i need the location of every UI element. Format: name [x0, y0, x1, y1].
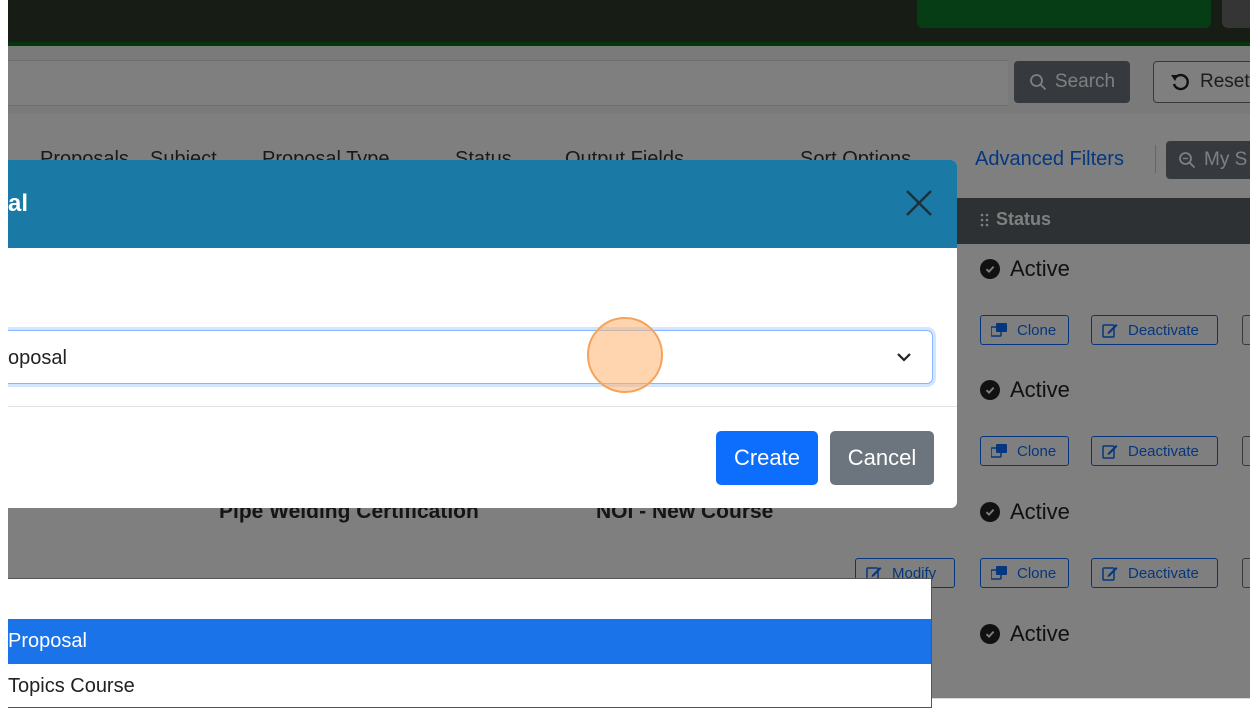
chevron-down-icon [896, 351, 912, 363]
create-proposal-modal: al oposal Create Cancel [8, 160, 957, 508]
create-button[interactable]: Create [716, 431, 818, 485]
select-value: oposal [8, 347, 67, 369]
dropdown-option[interactable]: Topics Course [8, 664, 931, 709]
click-indicator [587, 317, 663, 393]
modal-body: oposal [8, 248, 957, 407]
dropdown-option[interactable] [8, 579, 931, 624]
modal-title: al [8, 190, 29, 217]
modal-header: al [8, 160, 957, 248]
close-icon [904, 188, 934, 218]
cancel-button[interactable]: Cancel [830, 431, 934, 485]
left-edge [0, 0, 8, 698]
dropdown-option-selected[interactable]: Proposal [8, 619, 931, 664]
close-button[interactable] [904, 188, 934, 218]
proposal-type-options: Proposal Topics Course [8, 578, 932, 708]
proposal-type-select[interactable]: oposal [8, 330, 933, 384]
